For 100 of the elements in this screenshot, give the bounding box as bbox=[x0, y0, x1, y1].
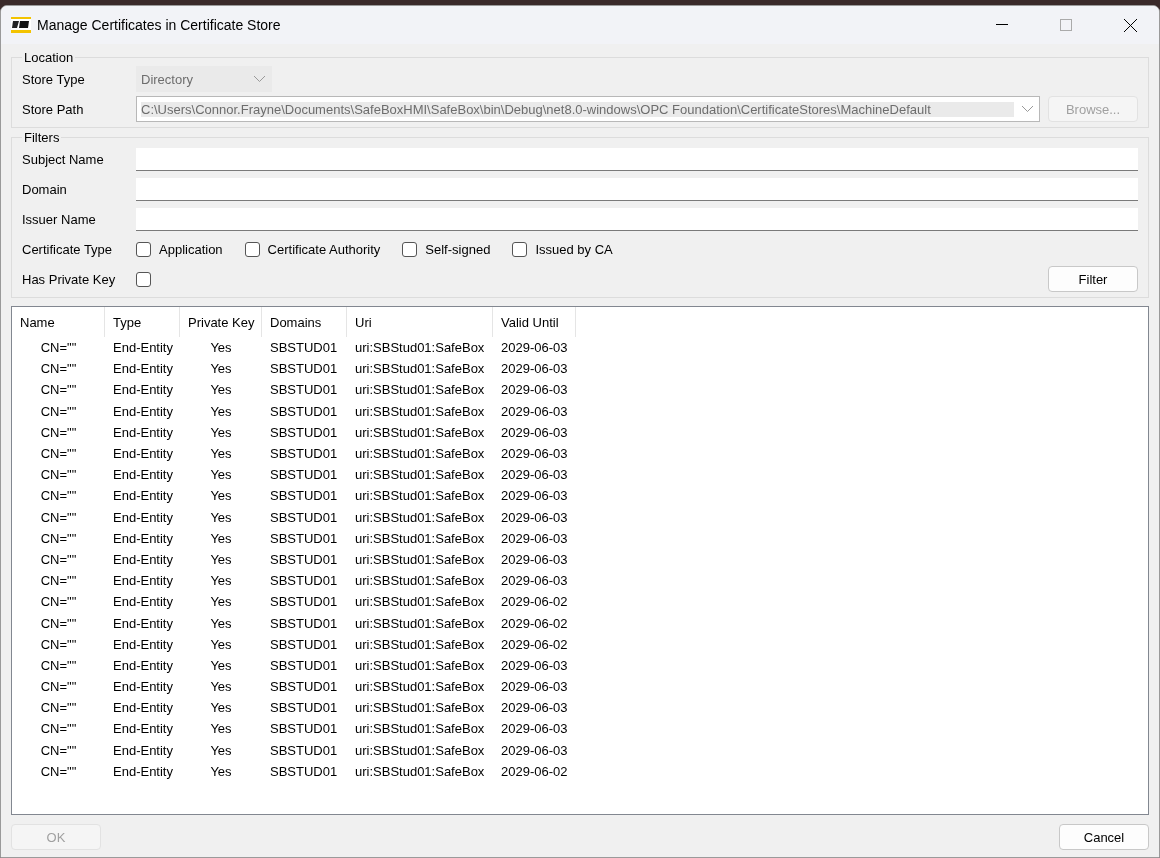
table-cell-text: 2029-06-02 bbox=[500, 614, 569, 633]
table-cell-text: CN="" bbox=[39, 635, 78, 654]
field-label: Domain bbox=[22, 181, 68, 197]
checkbox-label: Self-signed bbox=[425, 241, 491, 257]
input-field[interactable] bbox=[136, 207, 1138, 231]
column-header[interactable]: Uri bbox=[347, 307, 493, 337]
table-cell-text: uri:SBStud01:SafeBox bbox=[354, 508, 486, 527]
column-header[interactable]: Domains bbox=[262, 307, 347, 337]
table-cell-text: Yes bbox=[209, 445, 233, 464]
minimize-icon bbox=[996, 24, 1008, 26]
table-cell-text: Yes bbox=[209, 360, 233, 379]
table-cell-text: uri:SBStud01:SafeBox bbox=[354, 466, 486, 485]
table-cell-text: 2029-06-03 bbox=[500, 339, 569, 358]
checkbox[interactable] bbox=[512, 241, 528, 257]
column-header[interactable]: Type bbox=[105, 307, 180, 337]
table-cell-text: 2029-06-03 bbox=[500, 678, 569, 697]
table-cell-text: uri:SBStud01:SafeBox bbox=[354, 381, 486, 400]
checkbox[interactable] bbox=[136, 241, 151, 257]
table-cell-text: End-Entity bbox=[112, 550, 174, 569]
table-cell-text: CN="" bbox=[39, 572, 78, 591]
store-type-dropdown[interactable]: Directory bbox=[136, 66, 272, 92]
close-icon bbox=[1123, 18, 1137, 32]
maximize-icon bbox=[1060, 19, 1072, 31]
store-path-dropdown[interactable]: C:\Users\Connor.Frayne\Documents\SafeBoxHMI\SafeBox\bin\Debug\net8.0-windows\OPC Foundation\CertificateStores\MachineDefault bbox=[136, 96, 1040, 122]
table-cell-text: Yes bbox=[209, 720, 233, 739]
group-title: Location bbox=[23, 50, 75, 65]
table-cell-text: Yes bbox=[209, 487, 233, 506]
field-label: Store Type bbox=[22, 71, 86, 87]
dialog-button[interactable]: Cancel bbox=[1059, 824, 1149, 850]
table-cell-text: SBSTUD01 bbox=[269, 593, 339, 612]
field-label: Certificate Type bbox=[22, 241, 114, 257]
table-cell-text: Yes bbox=[209, 699, 233, 718]
table-cell-text: uri:SBStud01:SafeBox bbox=[354, 635, 486, 654]
checkbox[interactable] bbox=[136, 271, 151, 287]
table-cell-text: 2029-06-03 bbox=[500, 487, 569, 506]
field-label: Issuer Name bbox=[22, 211, 97, 227]
table-cell-text: CN="" bbox=[39, 699, 78, 718]
table-cell-text: SBSTUD01 bbox=[269, 360, 339, 379]
table-cell-text: CN="" bbox=[39, 593, 78, 612]
table-cell-text: Yes bbox=[209, 381, 233, 400]
table-cell-text: End-Entity bbox=[112, 762, 174, 781]
field-label: Subject Name bbox=[22, 151, 105, 167]
table-cell-text: uri:SBStud01:SafeBox bbox=[354, 614, 486, 633]
checkbox[interactable] bbox=[244, 241, 260, 257]
table-cell-text: SBSTUD01 bbox=[269, 699, 339, 718]
chevron-down-icon bbox=[254, 76, 265, 82]
table-cell-text: Yes bbox=[209, 614, 233, 633]
table-cell-text: CN="" bbox=[39, 445, 78, 464]
table-cell-text: 2029-06-03 bbox=[500, 466, 569, 485]
table-cell-text: End-Entity bbox=[112, 381, 174, 400]
table-cell-text: End-Entity bbox=[112, 593, 174, 612]
table-cell-text: End-Entity bbox=[112, 339, 174, 358]
table-cell-text: uri:SBStud01:SafeBox bbox=[354, 593, 486, 612]
table-cell-text: CN="" bbox=[39, 741, 78, 760]
checkbox-label: Application bbox=[159, 241, 223, 257]
table-cell-text: SBSTUD01 bbox=[269, 635, 339, 654]
table-cell-text: CN="" bbox=[39, 402, 78, 421]
table-cell-text: CN="" bbox=[39, 487, 78, 506]
table-cell-text: SBSTUD01 bbox=[269, 339, 339, 358]
table-cell-text: 2029-06-02 bbox=[500, 635, 569, 654]
table-cell-text: End-Entity bbox=[112, 402, 174, 421]
table-cell-text: SBSTUD01 bbox=[269, 529, 339, 548]
column-header[interactable]: Private Key bbox=[180, 307, 262, 337]
table-cell-text: CN="" bbox=[39, 550, 78, 569]
table-cell-text: End-Entity bbox=[112, 487, 174, 506]
table-cell-text: 2029-06-03 bbox=[500, 656, 569, 675]
input-field[interactable] bbox=[136, 147, 1138, 171]
column-header[interactable]: Name bbox=[12, 307, 105, 337]
table-cell-text: 2029-06-03 bbox=[500, 572, 569, 591]
table-cell-text: uri:SBStud01:SafeBox bbox=[354, 360, 486, 379]
table-cell-text: SBSTUD01 bbox=[269, 550, 339, 569]
checkbox-label: Certificate Authority bbox=[267, 241, 381, 257]
window-title: Manage Certificates in Certificate Store bbox=[37, 17, 282, 33]
group-title: Filters bbox=[23, 130, 61, 145]
table-cell-text: End-Entity bbox=[112, 656, 174, 675]
checkbox[interactable] bbox=[402, 241, 418, 257]
table-cell-text: CN="" bbox=[39, 360, 78, 379]
column-header[interactable]: Valid Until bbox=[493, 307, 576, 337]
table-cell-text: uri:SBStud01:SafeBox bbox=[354, 423, 486, 442]
table-cell-text: 2029-06-03 bbox=[500, 381, 569, 400]
table-cell-text: uri:SBStud01:SafeBox bbox=[354, 656, 486, 675]
table-cell-text: Yes bbox=[209, 593, 233, 612]
table-cell-text: CN="" bbox=[39, 466, 78, 485]
table-cell-text: SBSTUD01 bbox=[269, 762, 339, 781]
table-cell-text: Yes bbox=[209, 508, 233, 527]
table-cell-text: SBSTUD01 bbox=[269, 402, 339, 421]
table-cell-text: uri:SBStud01:SafeBox bbox=[354, 402, 486, 421]
input-field[interactable] bbox=[136, 177, 1138, 201]
table-cell-text: CN="" bbox=[39, 762, 78, 781]
table-cell-text: CN="" bbox=[39, 508, 78, 527]
table-cell-text: CN="" bbox=[39, 529, 78, 548]
table-cell-text: End-Entity bbox=[112, 445, 174, 464]
table-cell-text: SBSTUD01 bbox=[269, 720, 339, 739]
filter-button[interactable]: Filter bbox=[1048, 266, 1138, 292]
table-cell-text: Yes bbox=[209, 678, 233, 697]
table-cell-text: SBSTUD01 bbox=[269, 508, 339, 527]
table-cell-text: CN="" bbox=[39, 656, 78, 675]
table-cell-text: 2029-06-02 bbox=[500, 593, 569, 612]
table-cell-text: Yes bbox=[209, 741, 233, 760]
table-cell-text: Yes bbox=[209, 423, 233, 442]
